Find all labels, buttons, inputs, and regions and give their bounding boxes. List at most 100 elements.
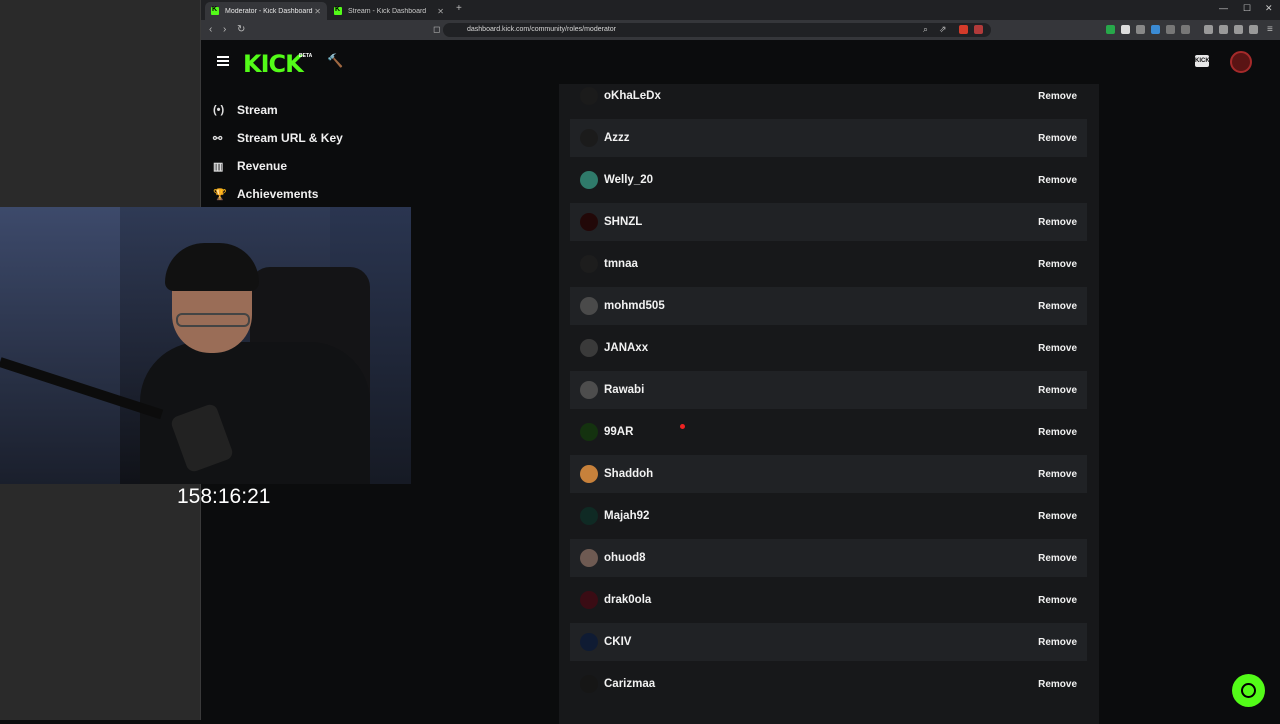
remove-button[interactable]: Remove (1038, 217, 1077, 228)
moderator-username: SHNZL (604, 216, 643, 228)
remove-button[interactable]: Remove (1038, 133, 1077, 144)
extension-icon[interactable] (1106, 25, 1115, 34)
sidebar-item-achievements[interactable]: 🏆 Achievements (211, 180, 401, 208)
moderators-panel: oKhaLeDx Remove Azzz Remove Welly_20 Remove SH… (559, 84, 1099, 724)
close-tab-icon[interactable]: ✕ (314, 7, 321, 16)
new-tab-icon[interactable]: + (456, 3, 462, 14)
extension-icon[interactable] (1121, 25, 1130, 34)
reload-icon[interactable]: ↻ (237, 24, 245, 35)
remove-button[interactable]: Remove (1038, 511, 1077, 522)
webcam-overlay (0, 207, 411, 484)
moderator-row: Carizmaa Remove (570, 665, 1087, 703)
avatar (580, 675, 598, 693)
maximize-icon[interactable]: ☐ (1243, 3, 1251, 14)
brave-rewards-icon[interactable] (974, 25, 983, 34)
user-avatar[interactable] (1230, 51, 1252, 73)
sidebar-item-stream-url-key[interactable]: ⚯ Stream URL & Key (211, 124, 401, 152)
moderator-row: Majah92 Remove (570, 497, 1087, 535)
remove-button[interactable]: Remove (1038, 343, 1077, 354)
beta-label: BETA (299, 53, 313, 59)
moderator-row: JANAxx Remove (570, 329, 1087, 367)
menu-icon[interactable]: ≡ (1267, 24, 1273, 35)
avatar (580, 213, 598, 231)
remove-button[interactable]: Remove (1038, 679, 1077, 690)
address-bar: ‹ › ↻ ◻ dashboard.kick.com/community/rol… (201, 20, 1280, 40)
remove-button[interactable]: Remove (1038, 175, 1077, 186)
avatar (580, 87, 598, 105)
extension-icon[interactable] (1166, 25, 1175, 34)
remove-button[interactable]: Remove (1038, 427, 1077, 438)
tab-title: Moderator - Kick Dashboard (225, 7, 313, 15)
hammer-icon[interactable]: 🔨 (327, 53, 343, 69)
forward-icon[interactable]: › (223, 24, 226, 35)
moderator-username: oKhaLeDx (604, 90, 661, 102)
moderator-row: oKhaLeDx Remove (570, 77, 1087, 115)
moderator-row: Shaddoh Remove (570, 455, 1087, 493)
remove-button[interactable]: Remove (1038, 259, 1077, 270)
remove-button[interactable]: Remove (1038, 469, 1077, 480)
close-window-icon[interactable]: ✕ (1265, 3, 1273, 14)
remove-button[interactable]: Remove (1038, 595, 1077, 606)
moderator-row: Rawabi Remove (570, 371, 1087, 409)
moderator-row: mohmd505 Remove (570, 287, 1087, 325)
moderator-row: drak0ola Remove (570, 581, 1087, 619)
moderator-username: Azzz (604, 132, 630, 144)
sidebar-item-stream[interactable]: (•) Stream (211, 96, 401, 124)
minimize-icon[interactable]: — (1219, 3, 1228, 13)
remove-button[interactable]: Remove (1038, 553, 1077, 564)
remove-button[interactable]: Remove (1038, 637, 1077, 648)
hamburger-menu-icon[interactable] (217, 56, 229, 66)
tab-stream[interactable]: Stream - Kick Dashboard ✕ (328, 2, 450, 20)
avatar (580, 339, 598, 357)
moderator-username: JANAxx (604, 342, 649, 354)
extension-icon[interactable] (1151, 25, 1160, 34)
tab-title: Stream - Kick Dashboard (348, 7, 427, 15)
back-icon[interactable]: ‹ (209, 24, 212, 35)
avatar (580, 591, 598, 609)
moderator-username: Majah92 (604, 510, 650, 522)
kick-logo[interactable]: KICK (243, 50, 304, 78)
avatar (580, 381, 598, 399)
broadcast-icon: (•) (213, 104, 225, 116)
help-chat-button[interactable] (1232, 674, 1265, 707)
sidebar-icon[interactable] (1204, 25, 1213, 34)
remove-button[interactable]: Remove (1038, 301, 1077, 312)
moderator-username: Shaddoh (604, 468, 654, 480)
streamer-glasses (176, 313, 250, 327)
moderator-row: SHNZL Remove (570, 203, 1087, 241)
moderator-username: mohmd505 (604, 300, 665, 312)
close-tab-icon[interactable]: ✕ (437, 7, 444, 16)
sidebar-item-revenue[interactable]: ▥ Revenue (211, 152, 401, 180)
chart-icon: ▥ (213, 160, 224, 173)
avatar (580, 507, 598, 525)
share-icon[interactable]: ⇗ (939, 24, 947, 35)
moderator-username: tmnaa (604, 258, 638, 270)
link-icon: ⚯ (213, 132, 223, 145)
moderator-username: 99AR (604, 426, 634, 438)
extension-icon[interactable] (1136, 25, 1145, 34)
remove-button[interactable]: Remove (1038, 91, 1077, 102)
vpn-icon[interactable] (1234, 25, 1243, 34)
avatar (580, 129, 598, 147)
moderator-username: Rawabi (604, 384, 645, 396)
wallet-icon[interactable] (1219, 25, 1228, 34)
puzzle-icon[interactable] (1181, 25, 1190, 34)
moderator-row: CKIV Remove (570, 623, 1087, 661)
remove-button[interactable]: Remove (1038, 385, 1077, 396)
shield-icon[interactable] (1249, 25, 1258, 34)
tab-moderator[interactable]: Moderator - Kick Dashboard ✕ (205, 2, 327, 20)
moderator-username: drak0ola (604, 594, 652, 606)
sidebar-item-label: Revenue (237, 159, 288, 173)
avatar (580, 423, 598, 441)
moderator-username: Welly_20 (604, 174, 654, 186)
webcam-background (0, 207, 120, 484)
mouse-cursor-icon (680, 424, 685, 429)
avatar (580, 549, 598, 567)
trophy-icon: 🏆 (213, 188, 227, 201)
url-input[interactable]: dashboard.kick.com/community/roles/moder… (443, 23, 991, 37)
creator-badge-icon[interactable]: KICK (1195, 55, 1210, 67)
bookmark-icon[interactable]: ◻ (433, 24, 440, 35)
zoom-icon[interactable]: ⌕ (923, 24, 928, 35)
brave-shield-icon[interactable] (959, 25, 968, 34)
streamer-hair (165, 243, 259, 291)
